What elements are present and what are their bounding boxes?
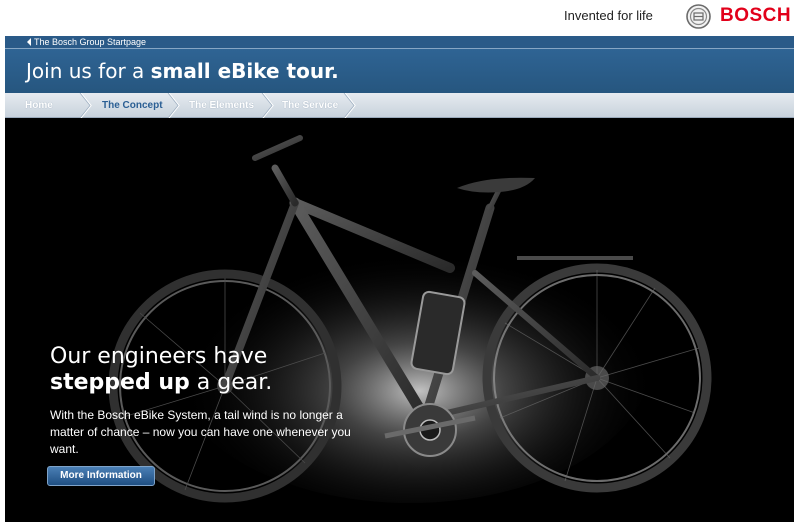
chevron-separator-icon [167,93,180,118]
bosch-logo-icon[interactable] [686,4,711,29]
nav-item-the-elements[interactable]: The Elements [189,93,254,118]
saddle [457,177,535,193]
chevron-separator-icon [261,93,274,118]
page-title: Join us for a small eBike tour. [26,59,339,83]
chevron-separator-icon [79,93,92,118]
brand-slogan: Invented for life [564,8,653,23]
page: Invented for life BOSCH The Bosch Group … [0,0,800,527]
group-startpage-link[interactable]: The Bosch Group Startpage [34,37,146,47]
breadcrumb-nav: Home The Concept The Elements The Servic… [5,93,794,118]
chevron-separator-icon [343,93,356,118]
ebike-illustration [108,135,712,503]
header-band: Join us for a small eBike tour. [5,49,794,93]
page-title-bold: small eBike tour. [150,59,339,83]
hero-banner: Our engineers have stepped up a gear. Wi… [5,118,794,522]
hero-heading-bold: stepped up [50,370,190,395]
nav-item-the-service[interactable]: The Service [282,93,338,118]
page-title-regular: Join us for a [26,59,151,83]
hero-heading-line1: Our engineers have [50,344,268,369]
hero-heading-regular: a gear. [189,370,273,395]
nav-item-home[interactable]: Home [25,93,53,118]
arrow-left-icon [27,38,31,46]
brand-bar: Invented for life BOSCH [0,0,800,35]
nav-item-the-concept[interactable]: The Concept [102,93,163,118]
group-startpage-bar: The Bosch Group Startpage [5,36,794,49]
hero-heading-line2: stepped up a gear. [50,370,272,395]
bosch-logo-text[interactable]: BOSCH [720,5,791,27]
hero-description: With the Bosch eBike System, a tail wind… [50,408,351,456]
more-information-button[interactable]: More Information [47,466,155,486]
